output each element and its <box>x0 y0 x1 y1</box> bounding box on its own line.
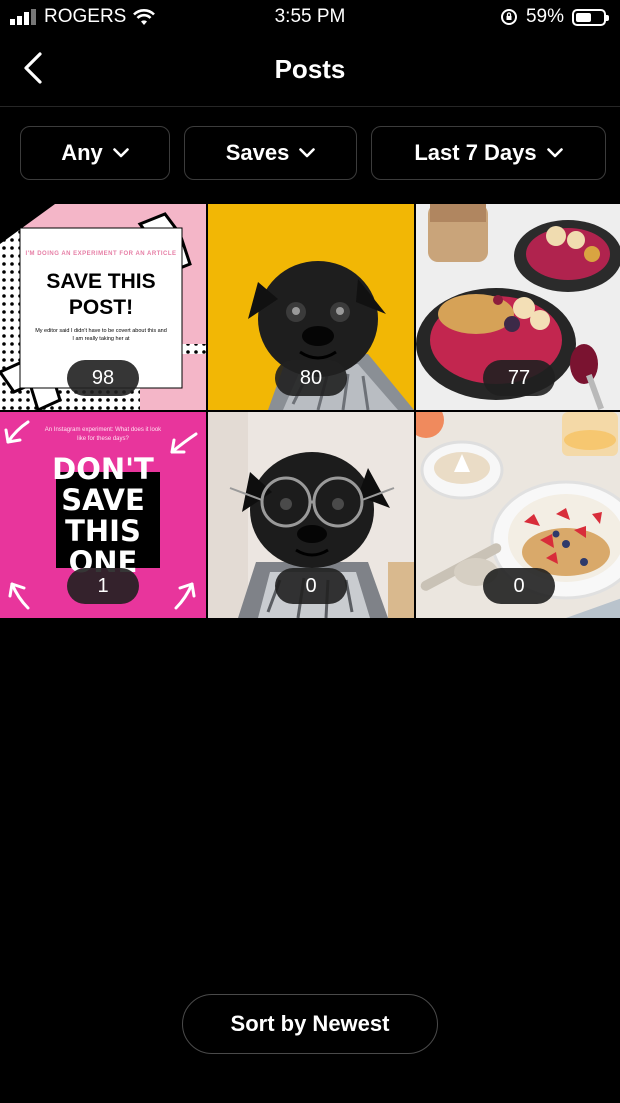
page-title: Posts <box>274 54 346 84</box>
post-thumbnail[interactable]: 80 <box>208 204 414 410</box>
filter-metric-dropdown[interactable]: Saves <box>184 126 357 180</box>
filter-media-type-dropdown[interactable]: Any <box>20 126 170 180</box>
chevron-down-icon <box>546 148 563 158</box>
post-headline: POST! <box>68 296 134 319</box>
post-text-block: DON'T SAVE THIS ONE <box>0 454 206 578</box>
saves-count-badge: 1 <box>67 568 139 604</box>
post-headline: THIS <box>65 514 141 548</box>
post-headline: SAVE THIS <box>46 270 156 293</box>
sort-button-label: Sort by Newest <box>230 1011 390 1036</box>
post-headline: SAVE <box>61 483 145 517</box>
post-thumbnail[interactable]: 77 <box>416 204 620 410</box>
saves-count-badge: 0 <box>275 568 347 604</box>
post-kicker: An Instagram experiment: What does it lo… <box>44 427 162 442</box>
chevron-down-icon <box>112 148 129 158</box>
battery-percent: 59% <box>525 6 564 27</box>
filter-label: Last 7 Days <box>414 140 537 165</box>
saves-count-badge: 80 <box>275 360 347 396</box>
battery-icon <box>572 8 609 26</box>
filter-bar: Any Saves Last 7 Days <box>0 126 620 182</box>
post-thumbnail[interactable]: 0 <box>416 412 620 618</box>
post-thumbnail[interactable]: I'M DOING AN EXPERIMENT FOR AN ARTICLE S… <box>0 204 206 410</box>
post-headline: DON'T <box>52 452 154 486</box>
status-bar: ROGERS 3:55 PM 59% <box>0 0 620 36</box>
filter-label: Saves <box>225 140 290 165</box>
saves-count-badge: 98 <box>67 360 139 396</box>
filter-date-range-dropdown[interactable]: Last 7 Days <box>371 126 606 180</box>
chevron-down-icon <box>299 148 316 158</box>
saves-count-badge: 77 <box>483 360 555 396</box>
orientation-lock-icon <box>500 9 517 25</box>
post-thumbnail[interactable]: An Instagram experiment: What does it lo… <box>0 412 206 618</box>
nav-bar: Posts <box>0 38 620 107</box>
post-kicker: I'M DOING AN EXPERIMENT FOR AN ARTICLE <box>25 251 177 257</box>
post-text-block: I'M DOING AN EXPERIMENT FOR AN ARTICLE S… <box>24 250 178 343</box>
post-thumbnail[interactable]: 0 <box>208 412 414 618</box>
filter-label: Any <box>61 140 103 165</box>
saves-count-badge: 0 <box>483 568 555 604</box>
post-body-text: My editor said I didn't have to be cover… <box>35 328 167 342</box>
sort-button[interactable]: Sort by Newest <box>182 994 438 1054</box>
